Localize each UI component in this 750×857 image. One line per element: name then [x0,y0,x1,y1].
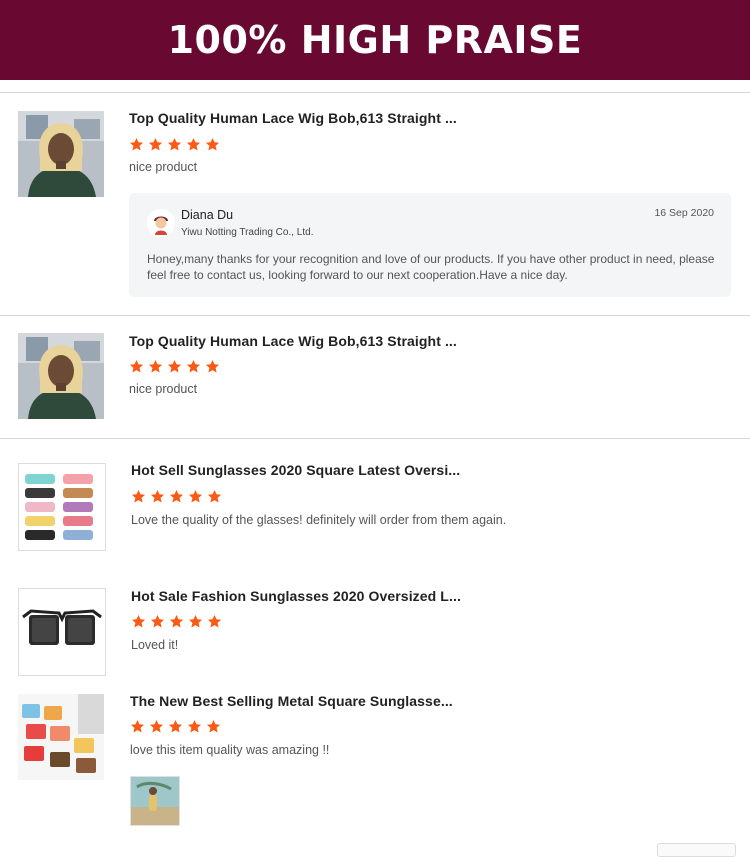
divider [0,92,750,93]
product-title[interactable]: Top Quality Human Lace Wig Bob,613 Strai… [129,333,457,349]
review-comment: nice product [129,160,198,174]
product-thumbnail-wig[interactable] [18,111,104,197]
header-banner: 100% HIGH PRAISE [0,0,750,80]
reply-date: 16 Sep 2020 [654,207,714,219]
star-icon [169,614,184,628]
divider [0,315,750,316]
seller-company: Yiwu Notting Trading Co., Ltd. [181,227,314,238]
product-thumbnail-wig[interactable] [18,333,104,419]
seller-avatar-icon [147,209,175,237]
star-icon [167,137,182,151]
seller-reply: Diana Du Yiwu Notting Trading Co., Ltd. … [129,193,731,297]
star-icon [148,359,163,373]
rating-stars [129,137,220,153]
more-button[interactable] [657,843,736,857]
review-comment: Loved it! [131,638,179,652]
product-title[interactable]: Hot Sell Sunglasses 2020 Square Latest O… [131,462,460,478]
star-icon [188,614,203,628]
star-icon [131,614,146,628]
review-comment: Love the quality of the glasses! definit… [131,513,507,527]
star-icon [187,719,202,733]
star-icon [167,359,182,373]
product-title[interactable]: Top Quality Human Lace Wig Bob,613 Strai… [129,110,457,126]
star-icon [131,489,146,503]
rating-stars [130,719,221,735]
product-title[interactable]: The New Best Selling Metal Square Sungla… [130,693,453,709]
star-icon [150,614,165,628]
star-icon [207,614,222,628]
divider [0,438,750,439]
product-title[interactable]: Hot Sale Fashion Sunglasses 2020 Oversiz… [131,588,461,604]
rating-stars [129,359,220,375]
reply-message: Honey,many thanks for your recognition a… [147,252,715,282]
star-icon [207,489,222,503]
star-icon [206,719,221,733]
product-thumbnail-sunglasses[interactable] [18,463,106,551]
star-icon [205,359,220,373]
product-thumbnail-sunglasses[interactable] [18,588,106,676]
star-icon [129,137,144,151]
product-thumbnail-sunglasses[interactable] [18,694,104,780]
star-icon [129,359,144,373]
star-icon [205,137,220,151]
rating-stars [131,489,222,505]
star-icon [150,489,165,503]
star-icon [188,489,203,503]
review-photo-thumbnail[interactable] [130,776,180,826]
star-icon [149,719,164,733]
star-icon [186,137,201,151]
rating-stars [131,614,222,630]
star-icon [169,489,184,503]
review-comment: love this item quality was amazing !! [130,743,330,757]
star-icon [186,359,201,373]
banner-title: 100% HIGH PRAISE [167,18,583,62]
star-icon [148,137,163,151]
star-icon [130,719,145,733]
seller-name: Diana Du [181,208,234,222]
star-icon [168,719,183,733]
review-comment: nice product [129,382,198,396]
